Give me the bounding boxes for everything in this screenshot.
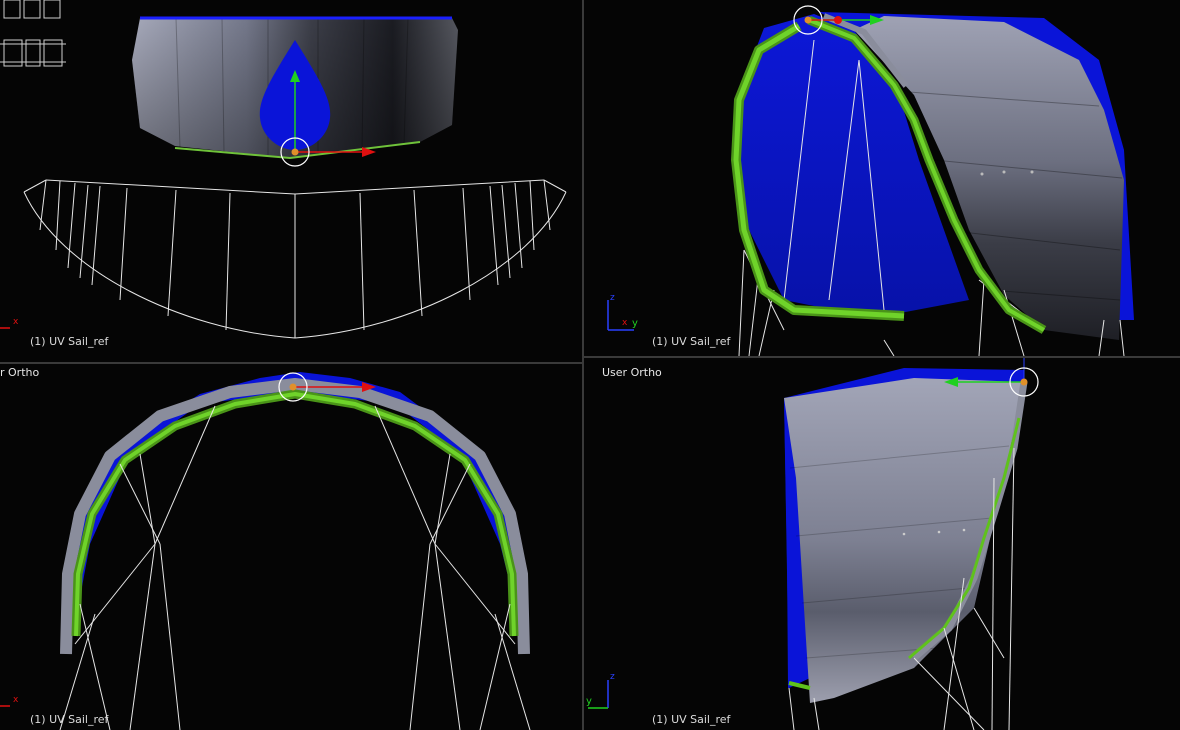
axis-x-label: x (13, 695, 19, 705)
viewport-top-left[interactable]: x (1) UV Sail_ref (0, 0, 582, 362)
viewport-bottom-right[interactable]: User Ortho z y (1) UV Sail_ref (584, 358, 1180, 730)
object-label: (1) UV Sail_ref (652, 713, 731, 726)
kite-ortho-side-scene[interactable] (584, 358, 1180, 730)
kite-ortho-front-scene[interactable] (0, 364, 582, 730)
axis-indicator (607, 300, 634, 331)
object-label: (1) UV Sail_ref (652, 335, 731, 348)
axis-y-label: y (586, 696, 592, 707)
viewport-divider-right[interactable] (584, 356, 1180, 358)
kite-perspective-scene[interactable] (584, 0, 1180, 356)
axis-z-label: z (610, 672, 615, 682)
kite-front-view-scene[interactable] (0, 0, 582, 362)
axis-x-label: x (13, 317, 19, 327)
viewport-divider-left[interactable] (0, 362, 582, 364)
view-title: r Ortho (0, 366, 40, 379)
axis-z-label: z (610, 293, 615, 303)
wire-fragments (0, 0, 66, 67)
viewport-top-right[interactable]: z x y (1) UV Sail_ref (584, 0, 1180, 356)
viewport-bottom-left[interactable]: r Ortho x (1) UV Sail_ref (0, 364, 582, 730)
sail-body[interactable] (60, 378, 530, 655)
bridle-wireframe (23, 179, 567, 339)
viewport-divider-vertical[interactable] (582, 0, 584, 730)
object-label: (1) UV Sail_ref (30, 335, 109, 348)
view-title: User Ortho (602, 366, 662, 379)
object-label: (1) UV Sail_ref (30, 713, 109, 726)
axis-y-label: y (632, 318, 638, 329)
axis-x-label: x (622, 318, 628, 328)
